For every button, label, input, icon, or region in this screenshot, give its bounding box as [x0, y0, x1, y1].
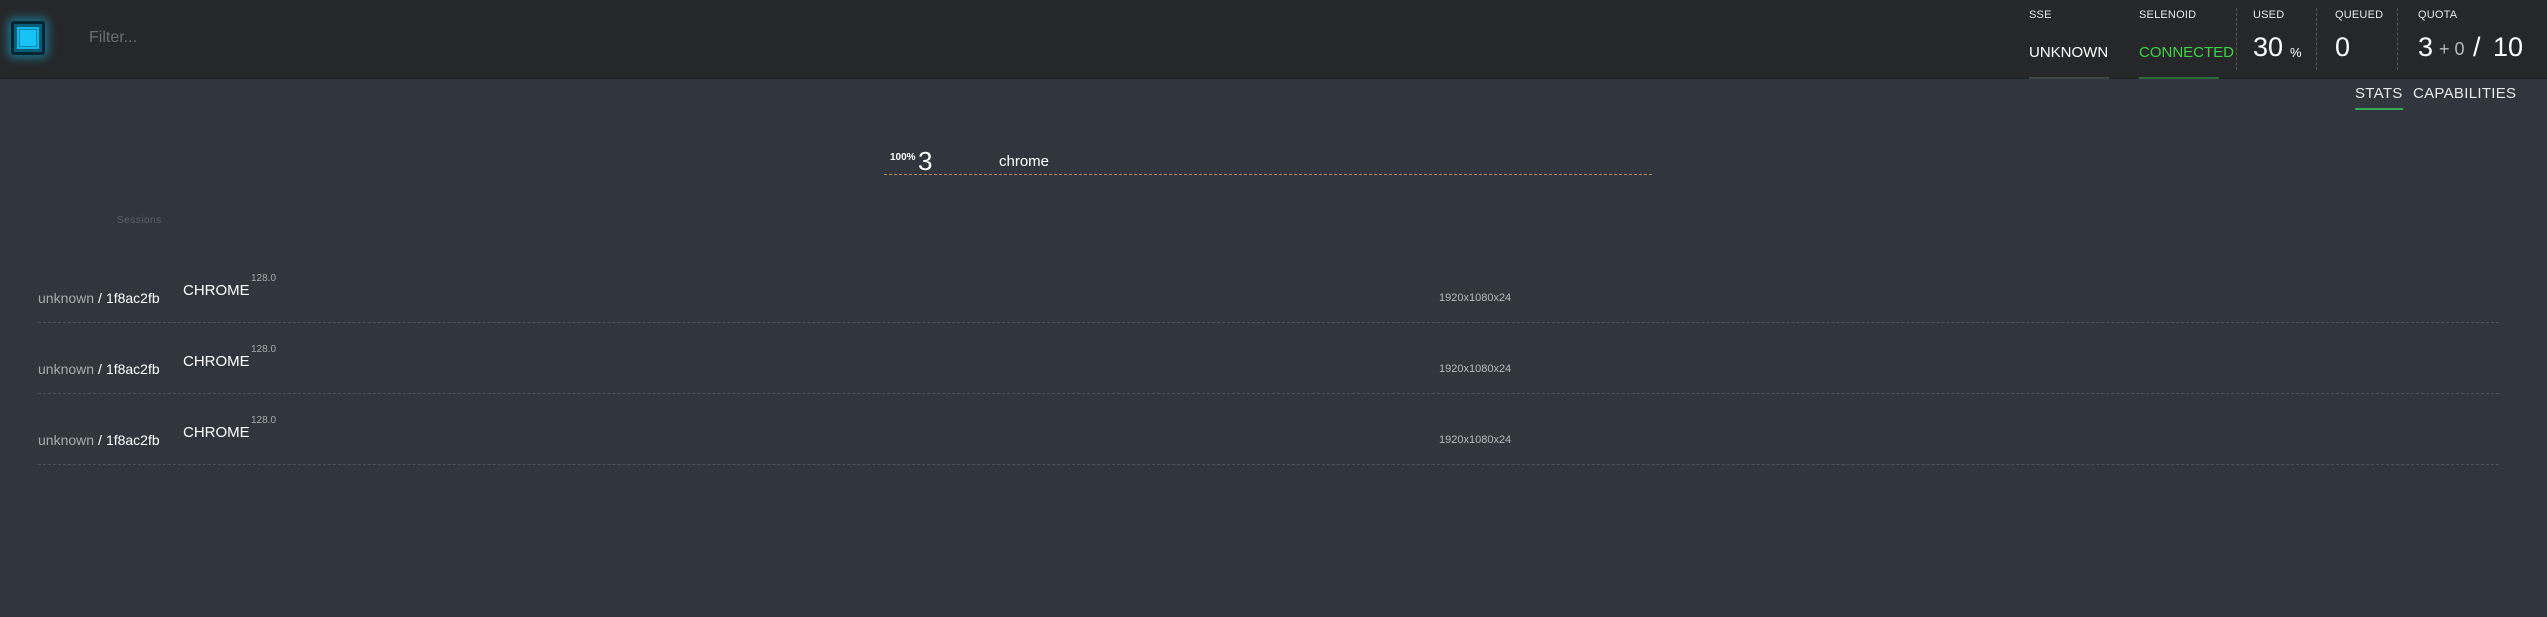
quota-label: QUOTA: [2418, 9, 2458, 21]
session-separator: /: [98, 432, 102, 448]
quota-pending: + 0: [2439, 39, 2465, 59]
sessions-title: Sessions: [117, 215, 162, 226]
filter-input[interactable]: [87, 24, 587, 52]
session-resolution: 1920x1080x24: [1439, 292, 1512, 304]
session-version: 128.0: [251, 415, 277, 426]
selenoid-value: CONNECTED: [2139, 44, 2235, 61]
capability-count: 3: [918, 146, 933, 176]
queued-value: 0: [2335, 32, 2351, 62]
session-quota-id: unknown/1f8ac2fb: [38, 432, 160, 448]
session-browser: CHROME: [183, 282, 250, 299]
queued-label: QUEUED: [2335, 9, 2384, 21]
top-bar: SSE UNKNOWN SELENOID CONNECTED USED 30 %…: [0, 0, 2547, 79]
session-quota-id: unknown/1f8ac2fb: [38, 361, 160, 377]
quota-total: 10: [2493, 32, 2524, 62]
tab-stats[interactable]: STATS: [2355, 85, 2403, 102]
header-divider: [2397, 8, 2398, 70]
quota-stat: QUOTA 3 + 0 / 10: [2418, 0, 2538, 79]
session-id: 1f8ac2fb: [105, 432, 160, 448]
session-browser: CHROME: [183, 424, 250, 441]
session-resolution: 1920x1080x24: [1439, 434, 1512, 446]
session-quota: unknown: [38, 290, 95, 306]
session-version: 128.0: [251, 273, 277, 284]
sse-underline: [2029, 77, 2109, 79]
session-quota-id: unknown/1f8ac2fb: [38, 290, 160, 306]
session-separator: /: [98, 361, 102, 377]
selenoid-underline: [2139, 77, 2219, 79]
used-stat: USED 30 %: [2253, 0, 2323, 79]
capability-browser: chrome: [999, 153, 1050, 170]
quota-used: 3: [2418, 32, 2434, 62]
header-divider: [2316, 8, 2317, 70]
quota-slash: /: [2473, 32, 2481, 62]
session-quota: unknown: [38, 361, 95, 377]
tab-capabilities[interactable]: CAPABILITIES: [2413, 85, 2516, 102]
session-id: 1f8ac2fb: [105, 361, 160, 377]
capability-percent: 100%: [890, 152, 916, 163]
sse-label: SSE: [2029, 9, 2052, 21]
used-value: 30: [2253, 32, 2284, 62]
used-label: USED: [2253, 9, 2285, 21]
logo-core: [19, 29, 37, 47]
capability-progress-line: [884, 174, 1652, 175]
session-separator: /: [98, 290, 102, 306]
header-divider: [2236, 8, 2237, 70]
session-resolution: 1920x1080x24: [1439, 363, 1512, 375]
queued-stat: QUEUED 0: [2335, 0, 2395, 79]
selenoid-logo-icon[interactable]: [11, 21, 45, 55]
session-row[interactable]: unknown/1f8ac2fb CHROME 128.0 1920x1080x…: [38, 394, 2499, 465]
session-id: 1f8ac2fb: [105, 290, 160, 306]
selenoid-label: SELENOID: [2139, 9, 2197, 21]
used-unit: %: [2290, 45, 2302, 60]
selenoid-status: SELENOID CONNECTED: [2139, 0, 2239, 79]
tab-active-indicator: [2355, 108, 2403, 110]
session-row[interactable]: unknown/1f8ac2fb CHROME 128.0 1920x1080x…: [38, 252, 2499, 323]
session-browser: CHROME: [183, 353, 250, 370]
session-quota: unknown: [38, 432, 95, 448]
session-row[interactable]: unknown/1f8ac2fb CHROME 128.0 1920x1080x…: [38, 323, 2499, 394]
sse-value: UNKNOWN: [2029, 44, 2109, 61]
sse-status: SSE UNKNOWN: [2029, 0, 2119, 79]
session-version: 128.0: [251, 344, 277, 355]
